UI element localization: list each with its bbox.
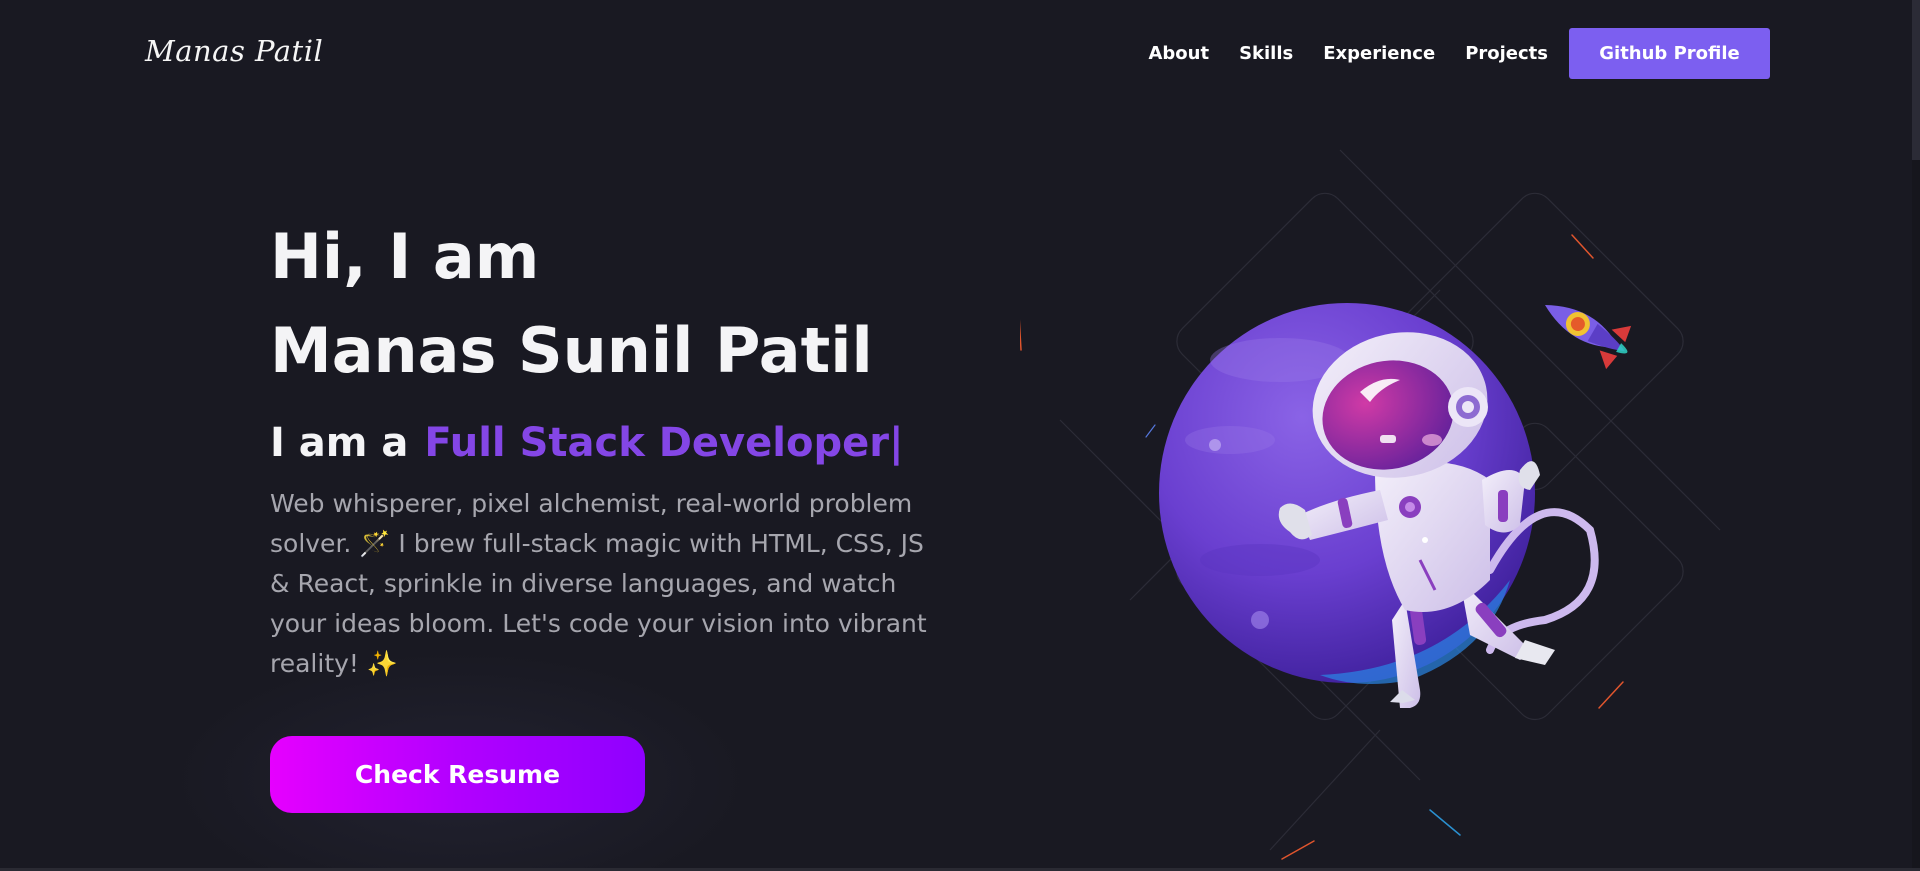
nav-link-about[interactable]: About	[1148, 43, 1209, 64]
role-typewriter: Full Stack Developer|	[424, 420, 904, 466]
hero-greeting: Hi, I am Manas Sunil Patil	[270, 210, 970, 398]
nav-link-skills[interactable]: Skills	[1239, 43, 1293, 64]
nav-link-experience[interactable]: Experience	[1323, 43, 1435, 64]
rocket-icon	[1545, 305, 1632, 370]
scrollbar-thumb[interactable]	[1912, 0, 1920, 160]
hero-line-intro: Hi, I am	[270, 220, 540, 293]
page: Manas Patil About Skills Experience Proj…	[0, 0, 1920, 871]
hero-role: I am a Full Stack Developer|	[270, 420, 970, 466]
astronaut-illustration	[1020, 149, 1721, 860]
hero-description: Web whisperer, pixel alchemist, real-wor…	[270, 489, 927, 678]
nav-link-projects[interactable]: Projects	[1465, 43, 1548, 64]
hero-section: Hi, I am Manas Sunil Patil I am a Full S…	[270, 210, 970, 684]
hero-name: Manas Sunil Patil	[270, 314, 873, 387]
role-prefix: I am a	[270, 420, 409, 466]
site-logo[interactable]: Manas Patil	[145, 34, 323, 68]
scrollbar[interactable]	[1912, 0, 1920, 871]
github-profile-button[interactable]: Github Profile	[1569, 28, 1770, 79]
main-nav: About Skills Experience Projects Github …	[1118, 28, 1770, 79]
check-resume-button[interactable]: Check Resume	[270, 736, 645, 813]
